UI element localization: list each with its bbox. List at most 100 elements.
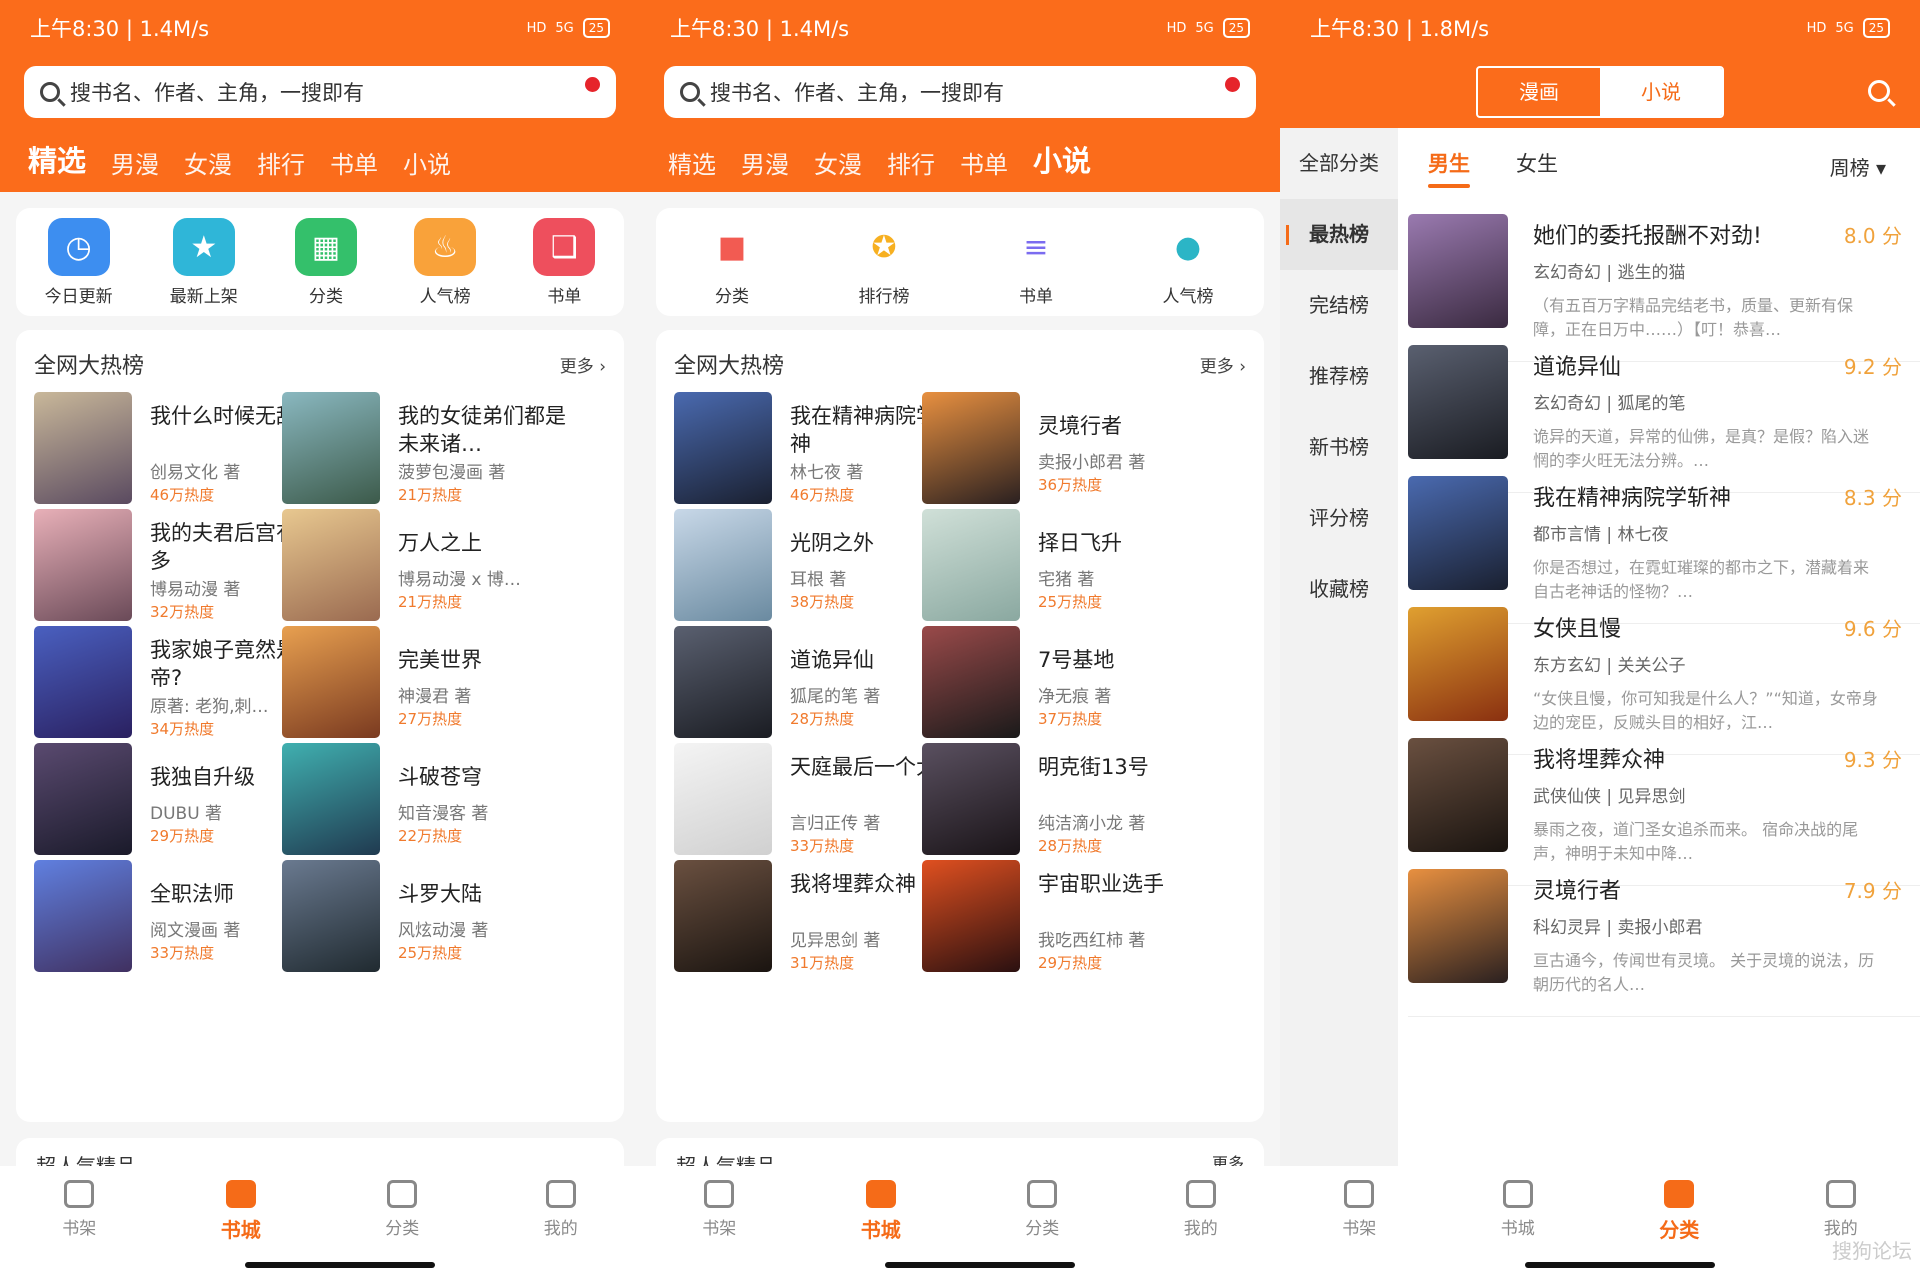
notification-dot bbox=[585, 77, 600, 92]
quick-entry-0[interactable]: ■ 分类 bbox=[701, 218, 763, 316]
book-item[interactable]: 我的夫君后宫有点多 博易动漫 著 32万热度 bbox=[34, 509, 324, 623]
sidebar-item-1[interactable]: 最热榜 bbox=[1280, 199, 1398, 270]
quick-entry-4[interactable]: ❑ 书单 bbox=[533, 218, 596, 316]
nav-item-3[interactable]: 我的 bbox=[544, 1180, 578, 1280]
book-heat: 33万热度 bbox=[150, 944, 215, 962]
book-item[interactable]: 天庭最后一个大佬 言归正传 著 33万热度 bbox=[674, 743, 964, 857]
tab-male-comics[interactable]: 男漫 bbox=[741, 145, 789, 180]
book-item[interactable]: 我将埋葬众神 见异思剑 著 31万热度 bbox=[674, 860, 964, 974]
quick-entry-1[interactable]: ✪ 排行榜 bbox=[853, 218, 915, 316]
tab-featured[interactable]: 精选 bbox=[668, 145, 716, 180]
sidebar-item-3[interactable]: 推荐榜 bbox=[1280, 341, 1398, 412]
more-link[interactable]: 更多 › bbox=[560, 352, 606, 377]
quick-entry-2[interactable]: ▦ 分类 bbox=[294, 218, 357, 316]
search-input[interactable]: 搜书名、作者、主角，一搜即有 bbox=[24, 66, 616, 118]
book-author: 净无痕 著 bbox=[1038, 687, 1112, 707]
book-cover bbox=[34, 392, 132, 504]
nav-item-0[interactable]: 书架 bbox=[62, 1180, 96, 1280]
book-title: 宇宙职业选手 bbox=[1038, 872, 1164, 896]
book-score: 8.3 分 bbox=[1843, 486, 1902, 510]
quick-entry-label: 书单 bbox=[1019, 287, 1053, 307]
watermark: 搜狗论坛 bbox=[1832, 1239, 1912, 1263]
tab-ranking[interactable]: 排行 bbox=[257, 145, 305, 180]
tab-featured[interactable]: 精选 bbox=[28, 138, 86, 180]
book-item[interactable]: 择日飞升 宅猪 著 25万热度 bbox=[922, 509, 1212, 623]
search-icon[interactable] bbox=[1868, 80, 1890, 102]
book-item[interactable]: 我独自升级 DUBU 著 29万热度 bbox=[34, 743, 324, 857]
book-item[interactable]: 完美世界 神漫君 著 27万热度 bbox=[282, 626, 572, 740]
quick-entry-3[interactable]: ♨ 人气榜 bbox=[414, 218, 477, 316]
book-item[interactable]: 万人之上 博易动漫 x 博… 21万热度 bbox=[282, 509, 572, 623]
period-dropdown[interactable]: 周榜 ▾ bbox=[1830, 152, 1886, 181]
status-time: 上午8:30 | 1.4M/s bbox=[670, 17, 850, 41]
tab-ranking[interactable]: 排行 bbox=[887, 145, 935, 180]
book-heat: 29万热度 bbox=[1038, 954, 1103, 972]
sidebar-item-0[interactable]: 全部分类 bbox=[1280, 128, 1398, 199]
nav-item-3[interactable]: 我的 bbox=[1184, 1180, 1218, 1280]
user-icon bbox=[1185, 1180, 1216, 1208]
book-heat: 21万热度 bbox=[398, 593, 463, 611]
book-item[interactable]: 斗罗大陆 风炫动漫 著 25万热度 bbox=[282, 860, 572, 974]
book-item[interactable]: 灵境行者 卖报小郎君 著 36万热度 bbox=[922, 392, 1212, 506]
rank-item[interactable]: 灵境行者 7.9 分科幻灵异 | 卖报小郎君 亘古通今，传闻世有灵境。 关于灵境的说… bbox=[1398, 857, 1920, 1017]
sidebar-item-6[interactable]: 收藏榜 bbox=[1280, 554, 1398, 625]
battery-icon: 25 bbox=[1862, 18, 1890, 38]
tab-male[interactable]: 男生 bbox=[1428, 148, 1470, 178]
book-cover bbox=[674, 392, 772, 504]
nav-item-0[interactable]: 书架 bbox=[1342, 1180, 1376, 1280]
book-item[interactable]: 宇宙职业选手 我吃西红柿 著 29万热度 bbox=[922, 860, 1212, 974]
book-cover bbox=[34, 626, 132, 738]
book-item[interactable]: 明克街13号 纯洁滴小龙 著 28万热度 bbox=[922, 743, 1212, 857]
signal-icon: 5G bbox=[1195, 20, 1214, 36]
tab-novel[interactable]: 小说 bbox=[403, 145, 451, 180]
book-author: 神漫君 著 bbox=[398, 687, 472, 707]
category-icon bbox=[1027, 1180, 1058, 1208]
sidebar-item-2[interactable]: 完结榜 bbox=[1280, 270, 1398, 341]
tab-booklist[interactable]: 书单 bbox=[330, 145, 378, 180]
book-heat: 25万热度 bbox=[1038, 593, 1103, 611]
tab-female[interactable]: 女生 bbox=[1516, 148, 1558, 178]
nav-item-0[interactable]: 书架 bbox=[702, 1180, 736, 1280]
book-cover bbox=[34, 860, 132, 972]
search-input[interactable]: 搜书名、作者、主角，一搜即有 bbox=[664, 66, 1256, 118]
tab-female-comics[interactable]: 女漫 bbox=[184, 145, 232, 180]
tab-booklist[interactable]: 书单 bbox=[960, 145, 1008, 180]
book-item[interactable]: 我家娘子竟然是女帝? 原著: 老狗,刺… 34万热度 bbox=[34, 626, 324, 740]
book-heat: 36万热度 bbox=[1038, 476, 1103, 494]
book-title: 道诡异仙 bbox=[1533, 355, 1622, 380]
bookmark-icon: ❑ bbox=[533, 218, 596, 276]
quick-entry-0[interactable]: ◷ 今日更新 bbox=[45, 218, 113, 316]
book-item[interactable]: 道诡异仙 狐尾的笔 著 28万热度 bbox=[674, 626, 964, 740]
sidebar-item-4[interactable]: 新书榜 bbox=[1280, 412, 1398, 483]
tab-female-comics[interactable]: 女漫 bbox=[814, 145, 862, 180]
quick-entry-2[interactable]: ≡ 书单 bbox=[1005, 218, 1067, 316]
book-item[interactable]: 7号基地 净无痕 著 37万热度 bbox=[922, 626, 1212, 740]
book-heat: 32万热度 bbox=[150, 603, 215, 621]
seg-comics[interactable]: 漫画 bbox=[1478, 68, 1600, 116]
status-bar: 上午8:30 | 1.4M/s HD 5G 25 bbox=[0, 0, 640, 56]
book-score: 8.0 分 bbox=[1843, 224, 1902, 248]
grid-icon: ▦ bbox=[294, 218, 357, 276]
seg-novels[interactable]: 小说 bbox=[1600, 68, 1722, 116]
nav-item-3[interactable]: 我的 bbox=[1824, 1180, 1858, 1280]
more-link[interactable]: 更多 › bbox=[1200, 352, 1246, 377]
hot-list-card: 全网大热榜 更多 › 我在精神病院学斩神 林七夜 著 46万热度 灵境行者 卖报小郎君 … bbox=[656, 330, 1264, 1122]
notification-dot bbox=[1225, 77, 1240, 92]
quick-entry-3[interactable]: ● 人气榜 bbox=[1157, 218, 1219, 316]
status-time: 上午8:30 | 1.4M/s bbox=[30, 17, 210, 41]
book-title: 她们的委托报酬不对劲! bbox=[1533, 224, 1762, 249]
book-meta: 武侠仙侠 | 见异思剑 bbox=[1533, 787, 1686, 807]
book-item[interactable]: 斗破苍穹 知音漫客 著 22万热度 bbox=[282, 743, 572, 857]
book-item[interactable]: 我什么时候无敌了 创易文化 著 46万热度 bbox=[34, 392, 324, 506]
book-score: 7.9 分 bbox=[1843, 879, 1902, 903]
book-item[interactable]: 光阴之外 耳根 著 38万热度 bbox=[674, 509, 964, 623]
hd-badge: HD bbox=[1166, 20, 1187, 36]
book-item[interactable]: 全职法师 阅文漫画 著 33万热度 bbox=[34, 860, 324, 974]
book-item[interactable]: 我在精神病院学斩神 林七夜 著 46万热度 bbox=[674, 392, 964, 506]
quick-entry-1[interactable]: ★ 最新上架 bbox=[170, 218, 238, 316]
tab-novel[interactable]: 小说 bbox=[1033, 138, 1091, 180]
book-item[interactable]: 我的女徒弟们都是未来诸… 菠萝包漫画 著 21万热度 bbox=[282, 392, 572, 506]
tab-male-comics[interactable]: 男漫 bbox=[111, 145, 159, 180]
sidebar-item-5[interactable]: 评分榜 bbox=[1280, 483, 1398, 554]
book-heat: 27万热度 bbox=[398, 710, 463, 728]
